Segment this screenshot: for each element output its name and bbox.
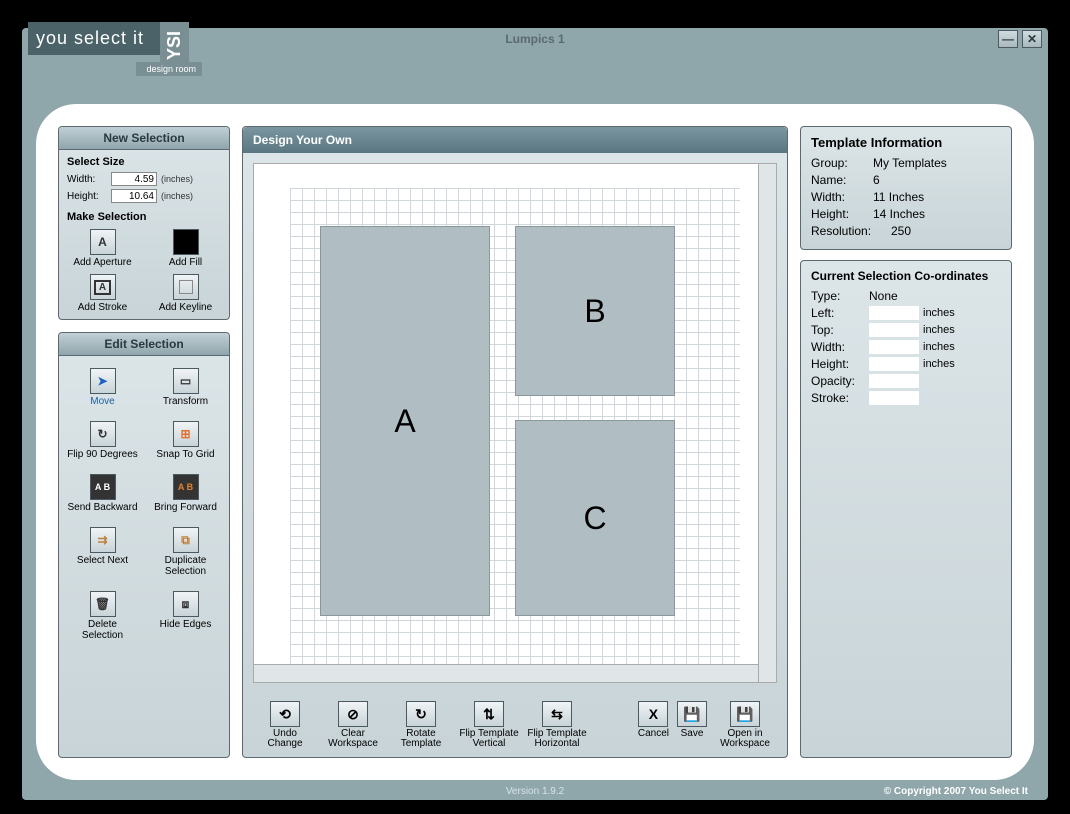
transform-icon: ▭: [173, 368, 199, 394]
shape-a[interactable]: A: [320, 226, 490, 616]
template-group: My Templates: [873, 156, 947, 170]
send-backward-button[interactable]: A B Send Backward: [67, 474, 138, 513]
select-next-icon: ⇉: [90, 527, 116, 553]
flip-v-icon: ⇅: [474, 701, 504, 727]
coordinates-panel: Current Selection Co-ordinates Type:None…: [800, 260, 1012, 758]
template-width: 11 Inches: [873, 190, 924, 204]
footer: Version 1.9.2 © Copyright 2007 You Selec…: [22, 782, 1048, 800]
flip-vertical-button[interactable]: ⇅Flip Template Vertical: [459, 701, 519, 749]
save-icon: 💾: [677, 701, 707, 727]
flip-90-button[interactable]: ↻ Flip 90 Degrees: [67, 421, 138, 460]
rotate-template-button[interactable]: ↻Rotate Template: [391, 701, 451, 749]
clear-workspace-button[interactable]: ⊘Clear Workspace: [323, 701, 383, 749]
coord-left: [869, 306, 919, 320]
keyline-icon: [173, 274, 199, 300]
height-unit: (inches): [161, 191, 193, 201]
edit-selection-panel: Edit Selection ➤ Move ▭ Transform ↻: [58, 332, 230, 758]
template-height: 14 Inches: [873, 207, 925, 221]
clear-icon: ⊘: [338, 701, 368, 727]
open-workspace-button[interactable]: 💾Open in Workspace: [715, 701, 775, 749]
left-column: New Selection Select Size Width: (inches…: [58, 126, 230, 758]
coord-height: [869, 357, 919, 371]
width-unit: (inches): [161, 174, 193, 184]
cancel-icon: X: [638, 701, 668, 727]
add-fill-button[interactable]: Add Fill: [150, 229, 221, 268]
shape-c[interactable]: C: [515, 420, 675, 616]
coord-top: [869, 323, 919, 337]
logo-subtitle: design room: [136, 62, 202, 76]
add-keyline-button[interactable]: Add Keyline: [150, 274, 221, 313]
logo-text: you select it: [28, 22, 160, 55]
scrollbar-horizontal[interactable]: [254, 664, 758, 682]
delete-selection-button[interactable]: 🗑 Delete Selection: [67, 591, 138, 641]
edit-selection-header: Edit Selection: [59, 333, 229, 356]
new-selection-panel: New Selection Select Size Width: (inches…: [58, 126, 230, 320]
scrollbar-vertical[interactable]: [758, 164, 776, 682]
add-aperture-button[interactable]: A Add Aperture: [67, 229, 138, 268]
stroke-icon: A: [90, 274, 116, 300]
new-selection-header: New Selection: [59, 127, 229, 150]
open-ws-icon: 💾: [730, 701, 760, 727]
flip-h-icon: ⇆: [542, 701, 572, 727]
grid-icon: ⊞: [173, 421, 199, 447]
height-label: Height:: [67, 191, 107, 202]
coords-title: Current Selection Co-ordinates: [811, 269, 1001, 283]
snap-grid-button[interactable]: ⊞ Snap To Grid: [150, 421, 221, 460]
save-button[interactable]: 💾Save: [677, 701, 707, 739]
coord-stroke: [869, 391, 919, 405]
width-input[interactable]: [111, 172, 157, 186]
content: New Selection Select Size Width: (inches…: [36, 104, 1034, 780]
shape-b[interactable]: B: [515, 226, 675, 396]
bottom-toolbar: ⟲Undo Change ⊘Clear Workspace ↻Rotate Te…: [243, 693, 787, 757]
hide-edges-icon: ⧈: [173, 591, 199, 617]
bring-forward-button[interactable]: A B Bring Forward: [150, 474, 221, 513]
coord-type: None: [869, 289, 898, 303]
center-column: Design Your Own A B C ⟲Undo Change ⊘Clea…: [242, 126, 788, 758]
template-info-panel: Template Information Group:My Templates …: [800, 126, 1012, 250]
canvas-area[interactable]: A B C: [253, 163, 777, 683]
minimize-button[interactable]: —: [998, 30, 1018, 48]
fill-icon: [173, 229, 199, 255]
logo: you select itYSI design room: [28, 22, 202, 76]
bring-fwd-icon: A B: [173, 474, 199, 500]
transform-button[interactable]: ▭ Transform: [150, 368, 221, 407]
make-selection-label: Make Selection: [67, 211, 221, 223]
canvas-header: Design Your Own: [243, 127, 787, 153]
rotate-icon: ↻: [90, 421, 116, 447]
copyright-label: © Copyright 2007 You Select It: [884, 786, 1028, 797]
cancel-button[interactable]: XCancel: [638, 701, 669, 739]
undo-button[interactable]: ⟲Undo Change: [255, 701, 315, 749]
height-input[interactable]: [111, 189, 157, 203]
logo-badge: YSI: [160, 22, 189, 62]
move-icon: ➤: [90, 368, 116, 394]
duplicate-selection-button[interactable]: ⧉ Duplicate Selection: [150, 527, 221, 577]
template-resolution: 250: [891, 224, 911, 238]
rotate-template-icon: ↻: [406, 701, 436, 727]
delete-icon: 🗑: [90, 591, 116, 617]
send-back-icon: A B: [90, 474, 116, 500]
aperture-icon: A: [90, 229, 116, 255]
duplicate-icon: ⧉: [173, 527, 199, 553]
template-info-title: Template Information: [811, 135, 1001, 150]
width-label: Width:: [67, 174, 107, 185]
app-window: Lumpics 1 — ✕ you select itYSI design ro…: [22, 28, 1048, 800]
template-name: 6: [873, 173, 880, 187]
window-title: Lumpics 1: [505, 32, 564, 46]
flip-horizontal-button[interactable]: ⇆Flip Template Horizontal: [527, 701, 587, 749]
hide-edges-button[interactable]: ⧈ Hide Edges: [150, 591, 221, 641]
move-button[interactable]: ➤ Move: [67, 368, 138, 407]
undo-icon: ⟲: [270, 701, 300, 727]
version-label: Version 1.9.2: [506, 786, 564, 797]
select-size-label: Select Size: [67, 156, 221, 168]
close-button[interactable]: ✕: [1022, 30, 1042, 48]
coord-width: [869, 340, 919, 354]
select-next-button[interactable]: ⇉ Select Next: [67, 527, 138, 577]
add-stroke-button[interactable]: A Add Stroke: [67, 274, 138, 313]
coord-opacity: [869, 374, 919, 388]
right-column: Template Information Group:My Templates …: [800, 126, 1012, 758]
design-grid: A B C: [290, 188, 740, 668]
